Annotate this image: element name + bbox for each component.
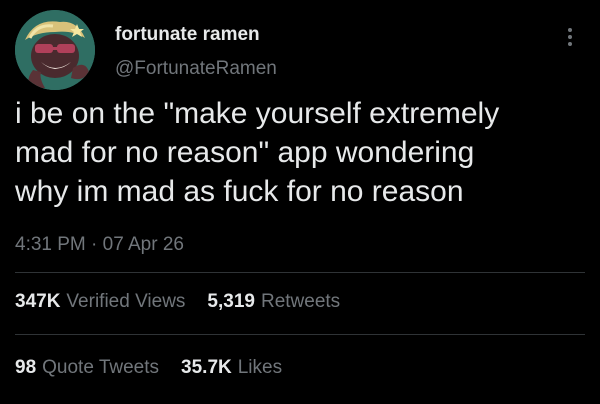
more-dot <box>568 28 572 32</box>
tweet-card: fortunate ramen @FortunateRamen i be on … <box>0 0 600 404</box>
more-dot <box>568 35 572 39</box>
stats-row-1: 347K Verified Views 5,319 Retweets <box>15 291 340 313</box>
tweet-timestamp[interactable]: 4:31 PM · 07 Apr 26 <box>15 234 184 256</box>
views-label: Verified Views <box>66 291 186 312</box>
quote-tweets-label: Quote Tweets <box>42 357 160 378</box>
retweets-count: 5,319 <box>207 291 255 312</box>
likes-count: 35.7K <box>181 357 232 378</box>
views-stat[interactable]: 347K Verified Views <box>15 291 185 313</box>
avatar[interactable] <box>15 10 95 90</box>
quote-tweets-count: 98 <box>15 357 37 378</box>
more-vertical-icon[interactable] <box>560 22 580 52</box>
more-dot <box>568 42 572 46</box>
quote-tweets-stat[interactable]: 98 Quote Tweets <box>15 357 159 379</box>
tweet-text: i be on the "make yourself extremely mad… <box>15 97 500 208</box>
retweets-stat[interactable]: 5,319 Retweets <box>207 291 340 313</box>
stats-row-2: 98 Quote Tweets 35.7K Likes <box>15 357 282 379</box>
views-count: 347K <box>15 291 61 312</box>
likes-stat[interactable]: 35.7K Likes <box>181 357 282 379</box>
display-name[interactable]: fortunate ramen <box>115 24 260 46</box>
avatar-image <box>15 10 95 90</box>
divider <box>15 334 585 335</box>
divider <box>15 272 585 273</box>
retweets-label: Retweets <box>260 291 341 312</box>
user-handle[interactable]: @FortunateRamen <box>115 58 277 80</box>
likes-label: Likes <box>237 357 283 378</box>
